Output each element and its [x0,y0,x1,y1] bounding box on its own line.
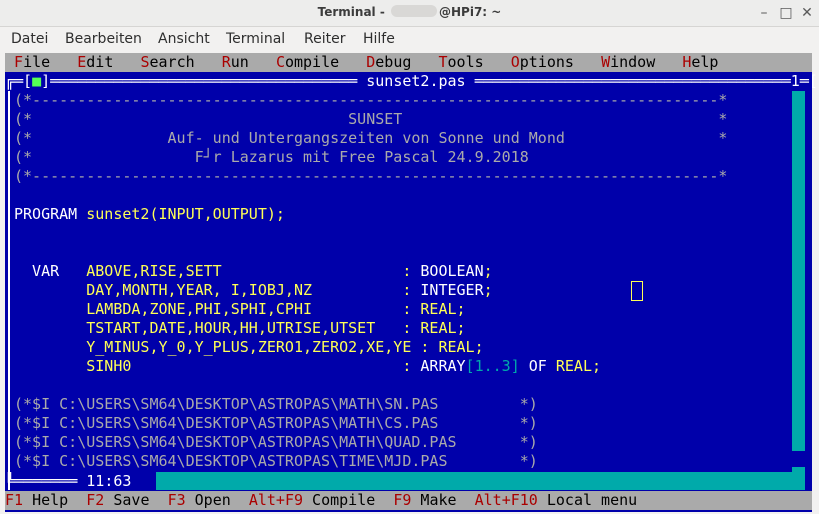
code-line: (*--------------------------------------… [14,91,728,109]
status-compile[interactable]: Alt+F9 Compile [249,491,375,509]
editor-frame-top: ╔═[■]══════════════════════════════════ … [5,72,819,91]
code-line: DAY,MONTH,YEAR, I,IOBJ,NZ : INTEGER; [14,281,493,299]
menu-datei[interactable]: Datei [11,31,48,47]
code-line: (* SUNSET * [14,110,728,128]
vertical-scroll-thumb[interactable] [792,451,805,467]
code-line-program: PROGRAM sunset2(INPUT,OUTPUT); [14,205,285,223]
ide-menu-edit[interactable]: Edit [77,53,113,71]
menu-hilfe[interactable]: Hilfe [363,31,395,47]
code-line: (*$I C:\USERS\SM64\DESKTOP\ASTROPAS\MATH… [14,395,538,413]
ide-menu-compile[interactable]: Compile [276,53,339,71]
editor-close-box[interactable]: ■ [32,72,41,90]
vertical-scrollbar[interactable] [792,91,805,490]
ide-menu-run[interactable]: Run [222,53,249,71]
ide-menu-help[interactable]: Help [682,53,718,71]
terminal-screen[interactable]: File Edit Search Run Compile Debug Tools… [5,53,819,512]
code-line: (*--------------------------------------… [14,167,728,185]
code-line-var: VAR ABOVE,RISE,SETT : BOOLEAN; [14,262,493,280]
code-line: (* F┘r Lazarus mit Free Pascal 24.9.2018 [14,148,529,166]
code-line: TSTART,DATE,HOUR,HH,UTRISE,UTSET : REAL; [14,319,466,337]
menu-bearbeiten[interactable]: Bearbeiten [65,31,142,47]
window-titlebar: Terminal - @HPi7: ~ – □ ✕ [0,0,819,27]
code-line: Y_MINUS,Y_0,Y_PLUS,ZERO1,ZERO2,XE,YE : R… [14,338,484,356]
ide-menubar: File Edit Search Run Compile Debug Tools… [5,53,812,72]
code-line: (*$I C:\USERS\SM64\DESKTOP\ASTROPAS\MATH… [14,433,538,451]
minimize-button[interactable]: – [755,4,773,22]
window-title-suffix: @HPi7: ~ [439,5,502,19]
code-line: LAMBDA,ZONE,PHI,SPHI,CPHI : REAL; [14,300,466,318]
status-save[interactable]: F2 Save [86,491,149,509]
horizontal-scrollbar[interactable] [142,472,792,490]
ide-menu-file[interactable]: File [14,53,50,71]
editor-frame-bottom: ╚═══════ 11:63 [5,472,132,490]
ide-menu-window[interactable]: Window [601,53,655,71]
window-title-prefix: Terminal - [317,5,389,19]
menu-ansicht[interactable]: Ansicht [158,31,210,47]
menu-terminal[interactable]: Terminal [226,31,285,47]
ide-menu-tools[interactable]: Tools [439,53,484,71]
code-line: (*$I C:\USERS\SM64\DESKTOP\ASTROPAS\TIME… [14,452,538,470]
text-cursor [631,281,643,301]
status-open[interactable]: F3 Open [168,491,231,509]
window-title: Terminal - @HPi7: ~ [0,5,819,19]
terminal-menubar: Datei Bearbeiten Ansicht Terminal Reiter… [0,27,819,51]
horizontal-scroll-thumb[interactable] [142,472,156,490]
ide-statusbar: F1 Help F2 Save F3 Open Alt+F9 Compile F… [5,491,812,510]
cursor-position: 11:63 [86,472,132,490]
close-button[interactable]: ✕ [798,4,816,22]
menu-reiter[interactable]: Reiter [304,31,345,47]
status-make[interactable]: F9 Make [393,491,456,509]
editor-window-number: 1 [790,72,800,90]
ide-menu-options[interactable]: Options [511,53,574,71]
status-help[interactable]: F1 Help [5,491,68,509]
code-line: SINH0 : ARRAY[1..3] OF REAL; [14,357,602,375]
redacted-hostname [391,5,437,17]
code-line: (* Auf- und Untergangszeiten von Sonne u… [14,129,728,147]
maximize-button[interactable]: □ [777,4,795,22]
status-local-menu[interactable]: Alt+F10 Local menu [475,491,638,509]
editor-filename: sunset2.pas [366,72,466,90]
code-line: (*$I C:\USERS\SM64\DESKTOP\ASTROPAS\MATH… [14,414,538,432]
ide-menu-search[interactable]: Search [140,53,194,71]
ide-menu-debug[interactable]: Debug [366,53,411,71]
